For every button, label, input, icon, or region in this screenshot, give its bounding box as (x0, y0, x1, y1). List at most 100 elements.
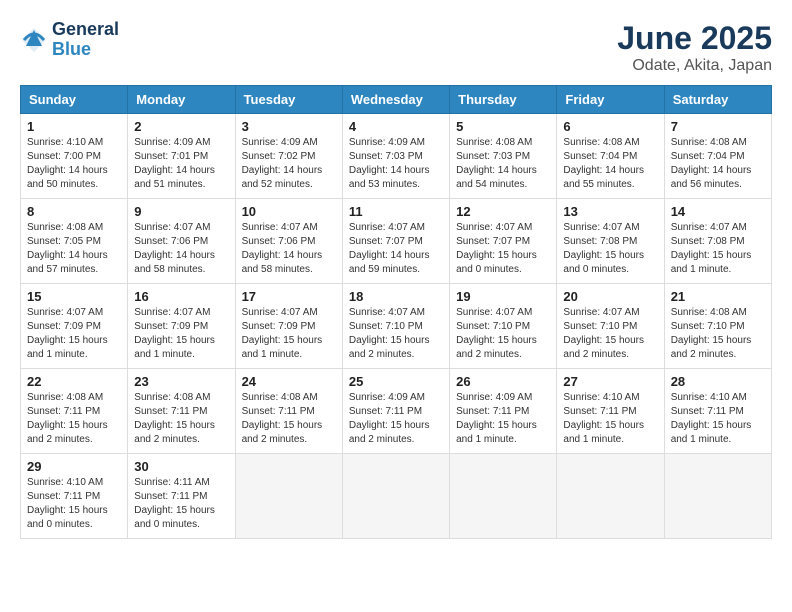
day-number: 22 (27, 374, 121, 389)
day-info: Sunrise: 4:08 AM Sunset: 7:04 PM Dayligh… (671, 136, 765, 192)
week-row-1: 1 Sunrise: 4:10 AM Sunset: 7:00 PM Dayli… (21, 114, 772, 199)
day-cell-13: 13 Sunrise: 4:07 AM Sunset: 7:08 PM Dayl… (557, 199, 664, 284)
day-number: 4 (349, 119, 443, 134)
day-info: Sunrise: 4:07 AM Sunset: 7:07 PM Dayligh… (456, 221, 550, 277)
calendar-subtitle: Odate, Akita, Japan (617, 57, 772, 75)
title-block: June 2025 Odate, Akita, Japan (617, 20, 772, 75)
header-saturday: Saturday (664, 86, 771, 114)
logo: General Blue (20, 20, 119, 60)
day-info: Sunrise: 4:08 AM Sunset: 7:03 PM Dayligh… (456, 136, 550, 192)
day-cell-7: 7 Sunrise: 4:08 AM Sunset: 7:04 PM Dayli… (664, 114, 771, 199)
day-info: Sunrise: 4:08 AM Sunset: 7:04 PM Dayligh… (563, 136, 657, 192)
day-number: 3 (242, 119, 336, 134)
day-number: 15 (27, 289, 121, 304)
day-cell-29: 29 Sunrise: 4:10 AM Sunset: 7:11 PM Dayl… (21, 454, 128, 539)
day-cell-8: 8 Sunrise: 4:08 AM Sunset: 7:05 PM Dayli… (21, 199, 128, 284)
day-info: Sunrise: 4:08 AM Sunset: 7:05 PM Dayligh… (27, 221, 121, 277)
week-row-2: 8 Sunrise: 4:08 AM Sunset: 7:05 PM Dayli… (21, 199, 772, 284)
day-cell-6: 6 Sunrise: 4:08 AM Sunset: 7:04 PM Dayli… (557, 114, 664, 199)
logo-line1: General (52, 20, 119, 40)
logo-icon (20, 26, 48, 54)
day-number: 18 (349, 289, 443, 304)
calendar-table: Sunday Monday Tuesday Wednesday Thursday… (20, 85, 772, 539)
empty-cell (342, 454, 449, 539)
day-info: Sunrise: 4:07 AM Sunset: 7:10 PM Dayligh… (456, 306, 550, 362)
day-cell-24: 24 Sunrise: 4:08 AM Sunset: 7:11 PM Dayl… (235, 369, 342, 454)
day-info: Sunrise: 4:07 AM Sunset: 7:08 PM Dayligh… (671, 221, 765, 277)
day-cell-30: 30 Sunrise: 4:11 AM Sunset: 7:11 PM Dayl… (128, 454, 235, 539)
day-number: 5 (456, 119, 550, 134)
day-cell-14: 14 Sunrise: 4:07 AM Sunset: 7:08 PM Dayl… (664, 199, 771, 284)
day-number: 30 (134, 459, 228, 474)
day-cell-2: 2 Sunrise: 4:09 AM Sunset: 7:01 PM Dayli… (128, 114, 235, 199)
day-cell-22: 22 Sunrise: 4:08 AM Sunset: 7:11 PM Dayl… (21, 369, 128, 454)
day-number: 19 (456, 289, 550, 304)
day-info: Sunrise: 4:09 AM Sunset: 7:03 PM Dayligh… (349, 136, 443, 192)
day-cell-4: 4 Sunrise: 4:09 AM Sunset: 7:03 PM Dayli… (342, 114, 449, 199)
day-info: Sunrise: 4:07 AM Sunset: 7:09 PM Dayligh… (27, 306, 121, 362)
empty-cell (450, 454, 557, 539)
day-cell-28: 28 Sunrise: 4:10 AM Sunset: 7:11 PM Dayl… (664, 369, 771, 454)
day-number: 6 (563, 119, 657, 134)
week-row-5: 29 Sunrise: 4:10 AM Sunset: 7:11 PM Dayl… (21, 454, 772, 539)
day-number: 29 (27, 459, 121, 474)
day-number: 7 (671, 119, 765, 134)
day-info: Sunrise: 4:09 AM Sunset: 7:01 PM Dayligh… (134, 136, 228, 192)
day-number: 14 (671, 204, 765, 219)
day-info: Sunrise: 4:07 AM Sunset: 7:07 PM Dayligh… (349, 221, 443, 277)
day-cell-23: 23 Sunrise: 4:08 AM Sunset: 7:11 PM Dayl… (128, 369, 235, 454)
day-number: 12 (456, 204, 550, 219)
day-number: 28 (671, 374, 765, 389)
day-cell-26: 26 Sunrise: 4:09 AM Sunset: 7:11 PM Dayl… (450, 369, 557, 454)
day-info: Sunrise: 4:07 AM Sunset: 7:09 PM Dayligh… (134, 306, 228, 362)
day-number: 24 (242, 374, 336, 389)
day-number: 23 (134, 374, 228, 389)
day-number: 13 (563, 204, 657, 219)
day-number: 25 (349, 374, 443, 389)
day-cell-3: 3 Sunrise: 4:09 AM Sunset: 7:02 PM Dayli… (235, 114, 342, 199)
day-cell-1: 1 Sunrise: 4:10 AM Sunset: 7:00 PM Dayli… (21, 114, 128, 199)
day-cell-17: 17 Sunrise: 4:07 AM Sunset: 7:09 PM Dayl… (235, 284, 342, 369)
day-cell-11: 11 Sunrise: 4:07 AM Sunset: 7:07 PM Dayl… (342, 199, 449, 284)
day-info: Sunrise: 4:08 AM Sunset: 7:10 PM Dayligh… (671, 306, 765, 362)
header-friday: Friday (557, 86, 664, 114)
day-info: Sunrise: 4:08 AM Sunset: 7:11 PM Dayligh… (27, 391, 121, 447)
day-number: 10 (242, 204, 336, 219)
day-info: Sunrise: 4:08 AM Sunset: 7:11 PM Dayligh… (242, 391, 336, 447)
day-number: 21 (671, 289, 765, 304)
header-sunday: Sunday (21, 86, 128, 114)
day-cell-25: 25 Sunrise: 4:09 AM Sunset: 7:11 PM Dayl… (342, 369, 449, 454)
day-info: Sunrise: 4:11 AM Sunset: 7:11 PM Dayligh… (134, 476, 228, 532)
day-number: 27 (563, 374, 657, 389)
header-tuesday: Tuesday (235, 86, 342, 114)
day-number: 9 (134, 204, 228, 219)
day-number: 2 (134, 119, 228, 134)
day-number: 26 (456, 374, 550, 389)
day-cell-19: 19 Sunrise: 4:07 AM Sunset: 7:10 PM Dayl… (450, 284, 557, 369)
day-info: Sunrise: 4:08 AM Sunset: 7:11 PM Dayligh… (134, 391, 228, 447)
day-number: 1 (27, 119, 121, 134)
day-info: Sunrise: 4:09 AM Sunset: 7:02 PM Dayligh… (242, 136, 336, 192)
day-info: Sunrise: 4:10 AM Sunset: 7:11 PM Dayligh… (671, 391, 765, 447)
day-info: Sunrise: 4:07 AM Sunset: 7:09 PM Dayligh… (242, 306, 336, 362)
day-info: Sunrise: 4:10 AM Sunset: 7:00 PM Dayligh… (27, 136, 121, 192)
empty-cell (664, 454, 771, 539)
logo-line2: Blue (52, 40, 119, 60)
day-number: 20 (563, 289, 657, 304)
day-cell-20: 20 Sunrise: 4:07 AM Sunset: 7:10 PM Dayl… (557, 284, 664, 369)
day-info: Sunrise: 4:10 AM Sunset: 7:11 PM Dayligh… (563, 391, 657, 447)
day-cell-12: 12 Sunrise: 4:07 AM Sunset: 7:07 PM Dayl… (450, 199, 557, 284)
week-row-4: 22 Sunrise: 4:08 AM Sunset: 7:11 PM Dayl… (21, 369, 772, 454)
day-info: Sunrise: 4:07 AM Sunset: 7:06 PM Dayligh… (134, 221, 228, 277)
day-cell-15: 15 Sunrise: 4:07 AM Sunset: 7:09 PM Dayl… (21, 284, 128, 369)
day-number: 8 (27, 204, 121, 219)
empty-cell (235, 454, 342, 539)
week-row-3: 15 Sunrise: 4:07 AM Sunset: 7:09 PM Dayl… (21, 284, 772, 369)
day-number: 17 (242, 289, 336, 304)
day-info: Sunrise: 4:07 AM Sunset: 7:10 PM Dayligh… (349, 306, 443, 362)
header-wednesday: Wednesday (342, 86, 449, 114)
day-number: 16 (134, 289, 228, 304)
day-cell-5: 5 Sunrise: 4:08 AM Sunset: 7:03 PM Dayli… (450, 114, 557, 199)
day-cell-18: 18 Sunrise: 4:07 AM Sunset: 7:10 PM Dayl… (342, 284, 449, 369)
day-info: Sunrise: 4:09 AM Sunset: 7:11 PM Dayligh… (456, 391, 550, 447)
